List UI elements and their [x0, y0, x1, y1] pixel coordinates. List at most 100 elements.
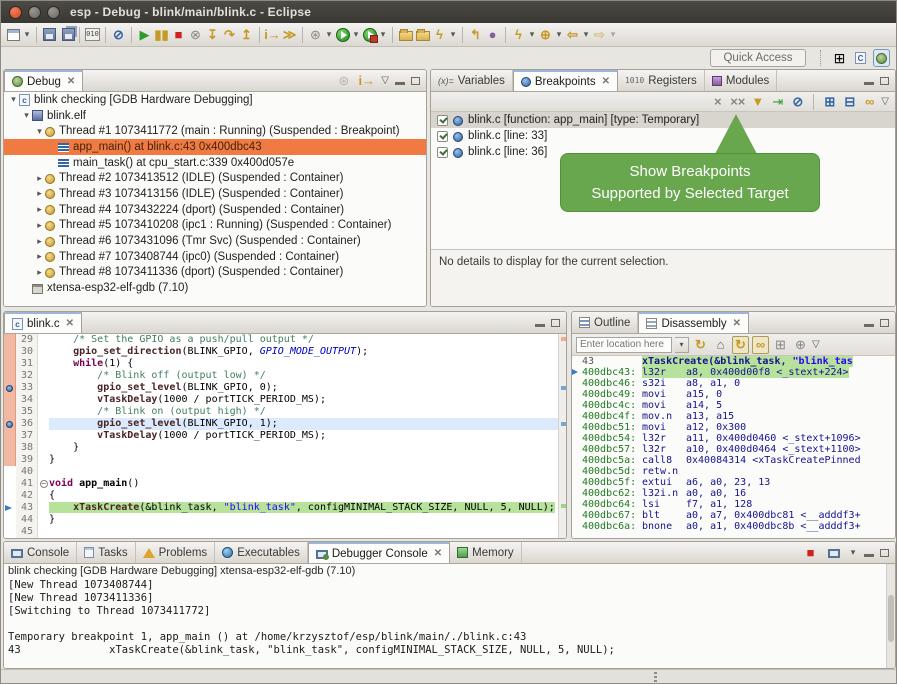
breakpoint-row[interactable]: blink.c [line: 33]: [431, 128, 895, 144]
terminate-icon[interactable]: ■: [170, 26, 187, 44]
disassembly-row[interactable]: 400dbc4f:mov.na13, a15: [572, 411, 895, 422]
editor-maximize-icon[interactable]: [551, 319, 560, 327]
debug-tree-row[interactable]: ▸Thread #7 1073408744 (ipc0) (Suspended …: [4, 249, 426, 265]
code-text[interactable]: /* Blink off (output low) */: [49, 370, 566, 382]
disassembly-minimize-icon[interactable]: [864, 324, 874, 327]
editor-annotation-column[interactable]: [4, 478, 16, 490]
code-line[interactable]: 44}: [4, 514, 566, 526]
code-text[interactable]: [49, 466, 566, 478]
display-console-icon[interactable]: [825, 544, 842, 562]
link-with-debug-icon[interactable]: ∞: [861, 93, 878, 111]
tab-disassembly[interactable]: Disassembly ✕: [638, 312, 749, 333]
code-line[interactable]: 30 gpio_set_direction(BLINK_GPIO, GPIO_M…: [4, 346, 566, 358]
tree-expander-icon[interactable]: ▸: [34, 173, 45, 184]
debug-view-menu-icon[interactable]: ▽: [381, 75, 389, 86]
last-edit-location-icon[interactable]: ↰: [467, 26, 484, 44]
console-minimize-icon[interactable]: [864, 554, 874, 557]
back-dropdown-icon[interactable]: ▾: [581, 26, 591, 44]
tab-debug-close-icon[interactable]: ✕: [67, 76, 75, 87]
code-line[interactable]: 43 xTaskCreate(&blink_task, "blink_task"…: [4, 502, 566, 514]
debug-tree-row[interactable]: ▾blink.elf: [4, 108, 426, 124]
debug-launch-dropdown-icon[interactable]: ▾: [324, 26, 334, 44]
open-resource-icon[interactable]: [414, 26, 431, 44]
code-line[interactable]: 45: [4, 526, 566, 538]
console-maximize-icon[interactable]: [880, 549, 889, 557]
editor-annotation-column[interactable]: [4, 442, 16, 454]
debug-tree-row[interactable]: xtensa-esp32-elf-gdb (7.10): [4, 280, 426, 296]
step-return-icon[interactable]: ↥: [238, 26, 255, 44]
breakpoint-checkbox[interactable]: [437, 147, 448, 158]
next-annotation-icon[interactable]: ⊕: [537, 26, 554, 44]
binary-view-icon[interactable]: 010: [84, 26, 101, 44]
external-tools-dropdown-icon[interactable]: ▾: [378, 26, 388, 44]
breakpoint-row[interactable]: blink.c [function: app_main] [type: Temp…: [431, 112, 895, 128]
window-close-button[interactable]: [9, 6, 22, 19]
editor-annotation-column[interactable]: [4, 514, 16, 526]
disassembly-body[interactable]: 43xTaskCreate(&blink_task, "blink_tas400…: [572, 356, 895, 538]
tree-expander-icon[interactable]: ▾: [34, 126, 45, 137]
fold-column[interactable]: −: [38, 478, 49, 490]
disassembly-row[interactable]: 400dbc62:l32i.na0, a0, 16: [572, 488, 895, 499]
sync-with-context-icon[interactable]: ↻: [732, 336, 749, 354]
debug-tree-row[interactable]: ▾cblink checking [GDB Hardware Debugging…: [4, 92, 426, 108]
tree-expander-icon[interactable]: ▸: [34, 188, 45, 199]
editor-annotation-column[interactable]: [4, 454, 16, 466]
disassembly-row[interactable]: 400dbc49:movia15, 0: [572, 389, 895, 400]
show-breakpoints-for-target-icon[interactable]: ▼: [749, 93, 766, 111]
code-text[interactable]: /* Blink on (output high) */: [49, 406, 566, 418]
console-scrollbar[interactable]: [886, 564, 895, 668]
open-element-icon[interactable]: [397, 26, 414, 44]
code-text[interactable]: void app_main(): [49, 478, 566, 490]
code-text[interactable]: xTaskCreate(&blink_task, "blink_task", c…: [49, 502, 566, 514]
external-tools-icon[interactable]: [361, 26, 378, 44]
code-line[interactable]: 41−void app_main(): [4, 478, 566, 490]
skip-all-breakpoints-view-icon[interactable]: ⊘: [789, 93, 806, 111]
breakpoint-checkbox[interactable]: [437, 131, 448, 142]
debug-tree-row[interactable]: ▸Thread #8 1073411336 (dport) (Suspended…: [4, 265, 426, 281]
disassembly-row[interactable]: 400dbc51:movia12, 0x300: [572, 422, 895, 433]
debug-tree-row[interactable]: ▸Thread #4 1073432224 (dport) (Suspended…: [4, 202, 426, 218]
window-maximize-button[interactable]: [47, 6, 60, 19]
editor-annotation-column[interactable]: [4, 370, 16, 382]
back-icon[interactable]: ⇦: [564, 26, 581, 44]
debug-tree-row[interactable]: ▾Thread #1 1073411772 (main : Running) (…: [4, 123, 426, 139]
code-line[interactable]: 32 /* Blink off (output low) */: [4, 370, 566, 382]
tab-memory[interactable]: Memory: [450, 542, 522, 563]
suspend-icon[interactable]: ▮▮: [153, 26, 170, 44]
tree-expander-icon[interactable]: ▸: [34, 236, 45, 247]
disassembly-row[interactable]: 400dbc46:s32ia8, a1, 0: [572, 378, 895, 389]
pin-view-icon[interactable]: ⊕: [792, 336, 809, 354]
open-new-view-icon[interactable]: ⊞: [772, 336, 789, 354]
breakpoints-view-menu-icon[interactable]: ▽: [881, 96, 889, 107]
code-editor[interactable]: 29 /* Set the GPIO as a push/pull output…: [4, 334, 566, 538]
mark-occurrences-dropdown-icon[interactable]: ▾: [527, 26, 537, 44]
disassembly-view-menu-icon[interactable]: ▽: [812, 339, 820, 350]
new-wizard-icon[interactable]: [5, 26, 22, 44]
save-icon[interactable]: [41, 26, 58, 44]
editor-annotation-column[interactable]: [4, 430, 16, 442]
instruction-stepping-icon[interactable]: i→: [264, 26, 281, 44]
step-over-icon[interactable]: ↷: [221, 26, 238, 44]
tree-expander-icon[interactable]: ▾: [8, 94, 19, 105]
editor-annotation-column[interactable]: [4, 358, 16, 370]
debug-tree-row[interactable]: ▸Thread #6 1073431096 (Tmr Svc) (Suspend…: [4, 233, 426, 249]
tab-console[interactable]: Console: [4, 542, 77, 563]
external-browser-icon[interactable]: ●: [484, 26, 501, 44]
editor-annotation-column[interactable]: [4, 502, 16, 514]
editor-annotation-column[interactable]: [4, 346, 16, 358]
terminate-console-icon[interactable]: ■: [802, 544, 819, 562]
display-console-dropdown-icon[interactable]: ▾: [848, 544, 858, 562]
code-line[interactable]: 39}: [4, 454, 566, 466]
code-text[interactable]: gpio_set_level(BLINK_GPIO, 1);: [49, 418, 566, 430]
tree-expander-icon[interactable]: ▸: [34, 204, 45, 215]
disassembly-row[interactable]: 400dbc67:blta0, a7, 0x400dbc81 <__adddf3…: [572, 510, 895, 521]
console-output[interactable]: [New Thread 1073408744][New Thread 10734…: [4, 579, 887, 668]
disassembly-row[interactable]: 400dbc6a:bnonea0, a1, 0x400dbc8b <__addd…: [572, 521, 895, 532]
editor-annotation-column[interactable]: [4, 334, 16, 346]
track-expression-icon[interactable]: ∞: [752, 336, 769, 354]
skip-all-breakpoints-icon[interactable]: ⊘: [110, 26, 127, 44]
tab-debug[interactable]: Debug ✕: [4, 70, 83, 91]
debug-launch-icon[interactable]: ⊛: [307, 26, 324, 44]
editor-annotation-column[interactable]: [4, 526, 16, 538]
next-annotation-dropdown-icon[interactable]: ▾: [554, 26, 564, 44]
